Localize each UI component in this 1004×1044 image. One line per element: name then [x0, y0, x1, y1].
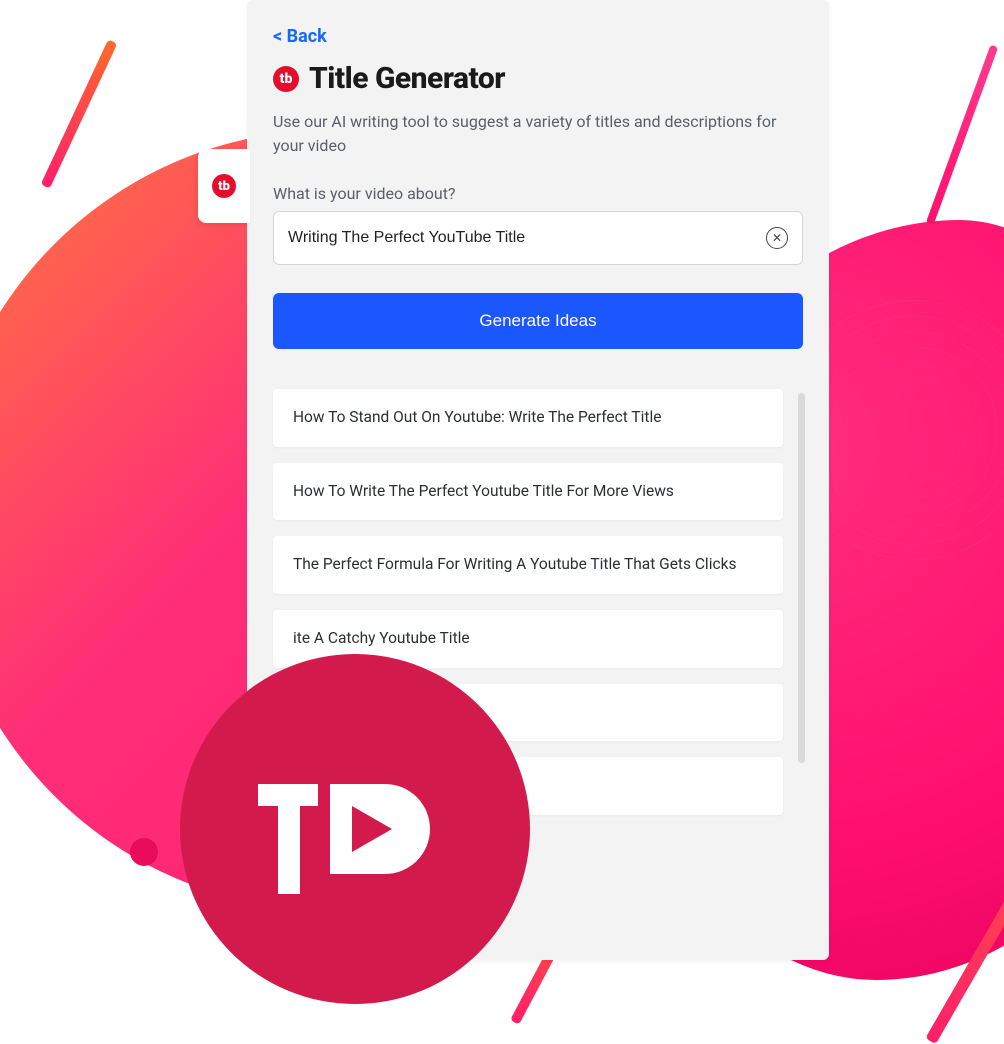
page-title: Title Generator: [309, 61, 505, 96]
generate-ideas-button[interactable]: Generate Ideas: [273, 293, 803, 349]
tubebuddy-icon: tb: [212, 174, 236, 198]
side-tab[interactable]: tb: [198, 149, 250, 223]
scrollbar[interactable]: [798, 393, 805, 763]
bg-accent-line: [41, 39, 118, 188]
tubebuddy-logo-large: [180, 654, 530, 1004]
result-item[interactable]: The Perfect Formula For Writing A Youtub…: [273, 536, 783, 594]
input-label: What is your video about?: [273, 184, 803, 203]
result-item[interactable]: How To Stand Out On Youtube: Write The P…: [273, 389, 783, 447]
clear-input-button[interactable]: ✕: [766, 227, 788, 249]
tubebuddy-logo-icon: [250, 754, 460, 904]
page-subtitle: Use our AI writing tool to suggest a var…: [273, 110, 803, 158]
result-item[interactable]: How To Write The Perfect Youtube Title F…: [273, 463, 783, 521]
tubebuddy-icon: tb: [273, 66, 299, 92]
video-topic-input[interactable]: [288, 229, 766, 247]
close-icon: ✕: [772, 231, 782, 245]
title-row: tb Title Generator: [273, 61, 803, 96]
bg-accent-line: [926, 44, 999, 225]
bg-accent-dot: [130, 838, 158, 866]
video-topic-input-container: ✕: [273, 211, 803, 265]
back-link[interactable]: < Back: [273, 26, 327, 47]
